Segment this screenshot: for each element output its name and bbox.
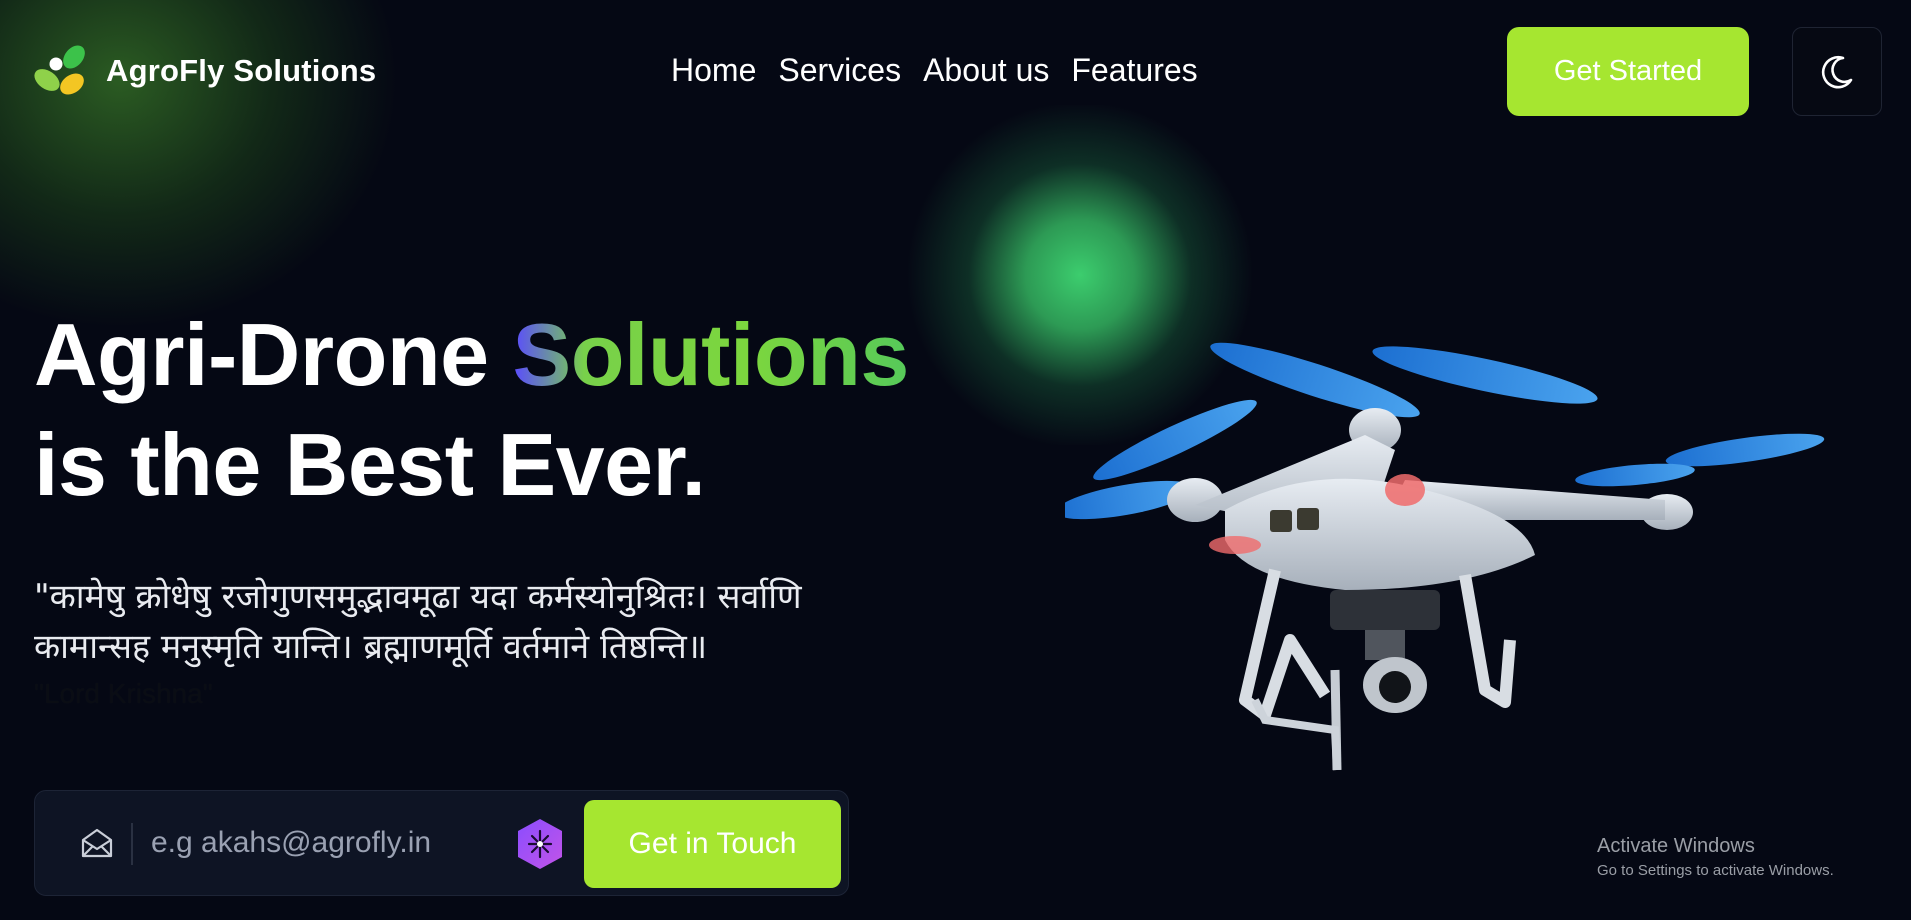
watermark-title: Activate Windows (1597, 835, 1755, 857)
get-in-touch-button[interactable]: Get in Touch (584, 800, 841, 888)
watermark-subtitle: Go to Settings to activate Windows. (1597, 862, 1834, 879)
main-nav: Home Services About us Features (671, 52, 1198, 89)
nav-item-features[interactable]: Features (1071, 52, 1197, 89)
theme-toggle-button[interactable] (1792, 27, 1882, 116)
input-divider (131, 823, 133, 865)
brand-name: AgroFly Solutions (106, 53, 377, 88)
landing-page: AgroFly Solutions Home Services About us… (0, 0, 1911, 920)
windows-activation-watermark: Activate Windows Go to Settings to activ… (1597, 835, 1834, 879)
get-started-button[interactable]: Get Started (1507, 27, 1749, 116)
hero-title-line2: is the Best Ever. (34, 415, 706, 514)
hero-title-accent: Solutions (512, 305, 910, 404)
hero-title-part1: Agri-Drone (34, 305, 513, 404)
quote-author: "Lord Krishna" (34, 678, 213, 709)
moon-icon (1821, 55, 1853, 88)
contact-form: Get in Touch (34, 790, 849, 896)
email-input[interactable] (151, 815, 521, 871)
hero-quote: "कामेषु क्रोधेषु रजोगुणसमुद्भावमूढा यदा … (34, 577, 802, 667)
brand-logo[interactable]: AgroFly Solutions (34, 44, 376, 98)
nav-item-services[interactable]: Services (778, 52, 901, 89)
nav-item-home[interactable]: Home (671, 52, 756, 89)
hexagon-sparkle-icon[interactable] (515, 817, 565, 871)
mail-open-icon (81, 828, 113, 858)
drone-image (1065, 342, 1825, 771)
nav-item-about-us[interactable]: About us (923, 52, 1049, 89)
agrofly-logo-icon (34, 45, 85, 95)
hero-title: Agri-Drone Solutions is the Best Ever. (34, 300, 1014, 520)
